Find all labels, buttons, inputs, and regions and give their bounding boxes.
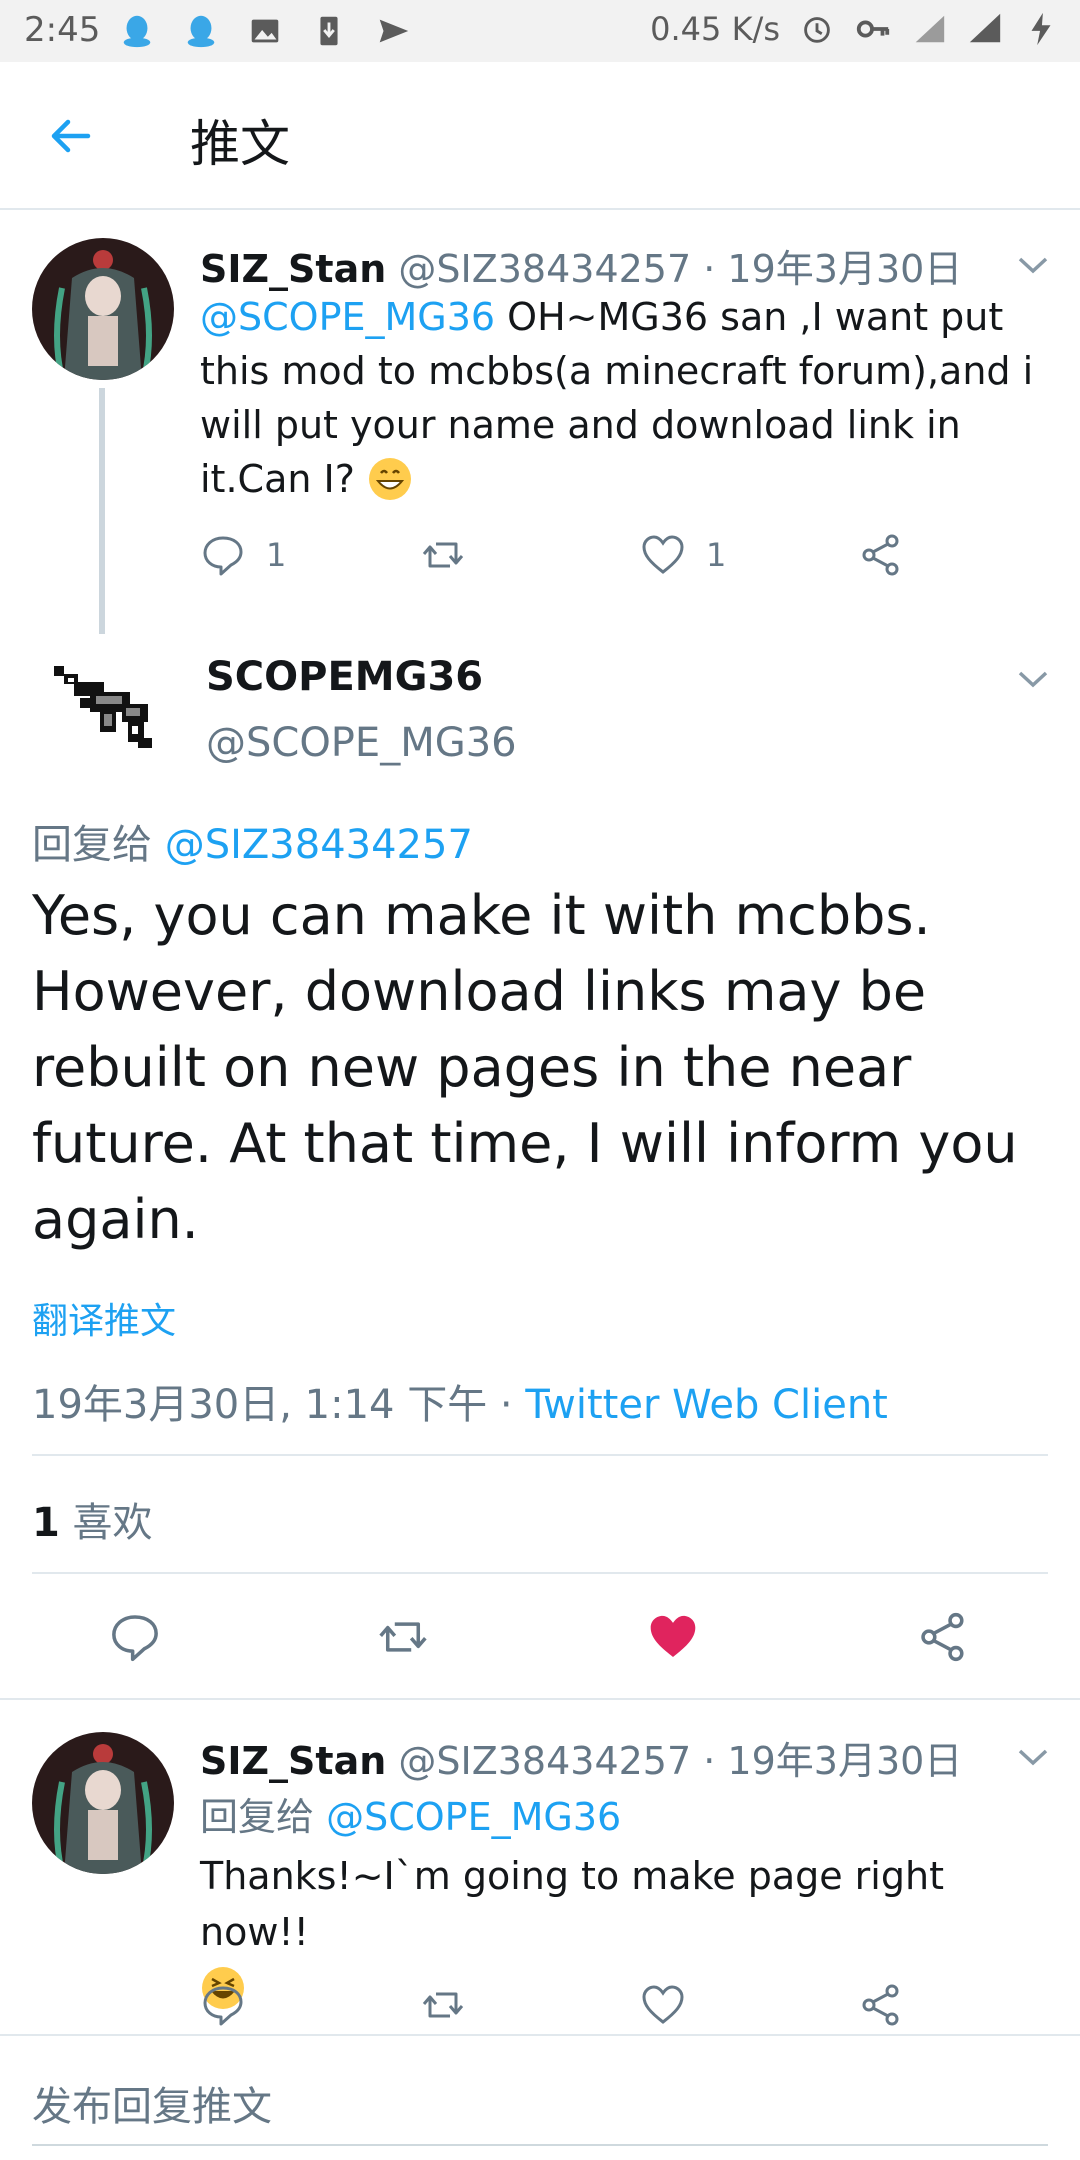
like-action[interactable] [640, 1982, 686, 2028]
heart-icon [642, 1985, 684, 2024]
network-speed: 0.45 K/s [650, 10, 780, 48]
author-name[interactable]: SIZ_Stan [200, 1739, 386, 1783]
retweet-icon [422, 1992, 464, 2018]
tweet-header: SIZ_Stan @SIZ38434257 · 19年3月30日 [200, 238, 962, 293]
divider [32, 1454, 1048, 1456]
author-name[interactable]: SIZ_Stan [200, 247, 386, 291]
chevron-down-icon[interactable] [1016, 1746, 1050, 1768]
reply-count: 1 [266, 536, 287, 574]
avatar-image [32, 1732, 174, 1874]
back-arrow-icon[interactable] [46, 112, 94, 160]
qq-icon [187, 15, 215, 48]
client-link[interactable]: Twitter Web Client [525, 1382, 888, 1428]
retweet-action[interactable] [420, 532, 466, 578]
timestamp-text: 19年3月30日, 1:14 下午 · [32, 1382, 526, 1428]
avatar[interactable] [32, 1732, 174, 1874]
share-icon [862, 534, 899, 576]
app-header: 推文 [0, 62, 1080, 210]
reply-to-label: 回复给 [32, 822, 165, 868]
reply-action[interactable] [200, 1982, 246, 2028]
share-action[interactable] [858, 532, 904, 578]
retweet-action[interactable] [420, 1982, 466, 2028]
thread-line [99, 388, 105, 634]
share-icon [862, 1984, 899, 2026]
heart-filled-icon [650, 1615, 696, 1657]
reply-to-line: 回复给 @SIZ38434257 [32, 812, 473, 870]
retweet-action[interactable] [376, 1610, 430, 1664]
retweet-icon [422, 542, 464, 568]
tweet-header: SIZ_Stan @SIZ38434257 · 19年3月30日 [200, 1730, 962, 1785]
tweet-timestamp: 19年3月30日, 1:14 下午 · Twitter Web Client [32, 1372, 888, 1430]
status-time: 2:45 [24, 10, 101, 50]
reply-icon [203, 536, 243, 576]
image-icon [251, 19, 279, 43]
tweet-body: Yes, you can make it with mcbbs. However… [32, 884, 1018, 1251]
reply-icon [203, 1986, 243, 2026]
tweet-date: · 19年3月30日 [691, 247, 963, 291]
reply-to-link[interactable]: @SCOPE_MG36 [326, 1795, 621, 1839]
reply-to-label: 回复给 [200, 1795, 327, 1839]
likes-count: 1 [32, 1500, 60, 1546]
signal-4g-icon [915, 15, 945, 43]
like-count: 1 [706, 536, 727, 574]
qq-icon [123, 15, 151, 48]
grinning-emoji-icon [369, 458, 411, 500]
like-action[interactable] [646, 1610, 700, 1664]
tweet-text: Thanks!~I`m going to make page right now… [200, 1848, 1060, 2016]
reply-to-link[interactable]: @SIZ38434257 [165, 822, 473, 868]
likes-summary[interactable]: 1 喜欢 [32, 1490, 153, 1548]
signal-icon [969, 13, 1001, 43]
author-handle[interactable]: @SIZ38434257 [398, 1739, 691, 1783]
tweet-date: · 19年3月30日 [691, 1739, 963, 1783]
reply-action[interactable]: 1 [200, 532, 286, 578]
mention-link[interactable]: @SCOPE_MG36 [200, 295, 495, 339]
tweet-text: @SCOPE_MG36 OH~MG36 san ,I want put this… [200, 290, 1060, 506]
like-action[interactable]: 1 [640, 532, 726, 578]
chevron-down-icon[interactable] [1016, 668, 1050, 690]
reply-icon [112, 1615, 158, 1662]
share-action[interactable] [858, 1982, 904, 2028]
avatar-image [32, 238, 174, 380]
input-underline [32, 2144, 1048, 2146]
key-icon [856, 20, 890, 38]
likes-label: 喜欢 [59, 1500, 153, 1546]
share-icon [921, 1612, 964, 1662]
section-separator [0, 1698, 1080, 1700]
send-icon [379, 19, 409, 43]
status-bar: 2:45 0.45 K/s [0, 0, 1080, 62]
compose-reply-bar: 发布回复推文 [0, 2034, 1080, 2160]
avatar[interactable] [32, 238, 174, 380]
system-icons: 0.45 K/s [650, 10, 1060, 48]
author-handle[interactable]: @SIZ38434257 [398, 247, 691, 291]
reply-input[interactable]: 发布回复推文 [32, 2074, 272, 2132]
author-handle[interactable]: @SCOPE_MG36 [206, 720, 517, 766]
page-title: 推文 [190, 115, 290, 173]
heart-icon [642, 535, 684, 574]
reply-action[interactable] [108, 1610, 162, 1664]
chevron-down-icon[interactable] [1016, 254, 1050, 276]
charging-icon [1031, 12, 1051, 46]
rifle-avatar-image [54, 666, 152, 748]
tweet-body: Thanks!~I`m going to make page right now… [200, 1854, 944, 1954]
author-name[interactable]: SCOPEMG36 [206, 654, 483, 700]
share-action[interactable] [916, 1610, 970, 1664]
alarm-icon [804, 17, 830, 43]
download-icon [320, 16, 338, 46]
translate-tweet-link[interactable]: 翻译推文 [32, 1292, 176, 1344]
retweet-icon [379, 1622, 427, 1652]
reply-to-line: 回复给 @SCOPE_MG36 [200, 1786, 621, 1841]
avatar[interactable] [40, 654, 170, 774]
notification-icons [118, 12, 412, 50]
divider [32, 1572, 1048, 1574]
